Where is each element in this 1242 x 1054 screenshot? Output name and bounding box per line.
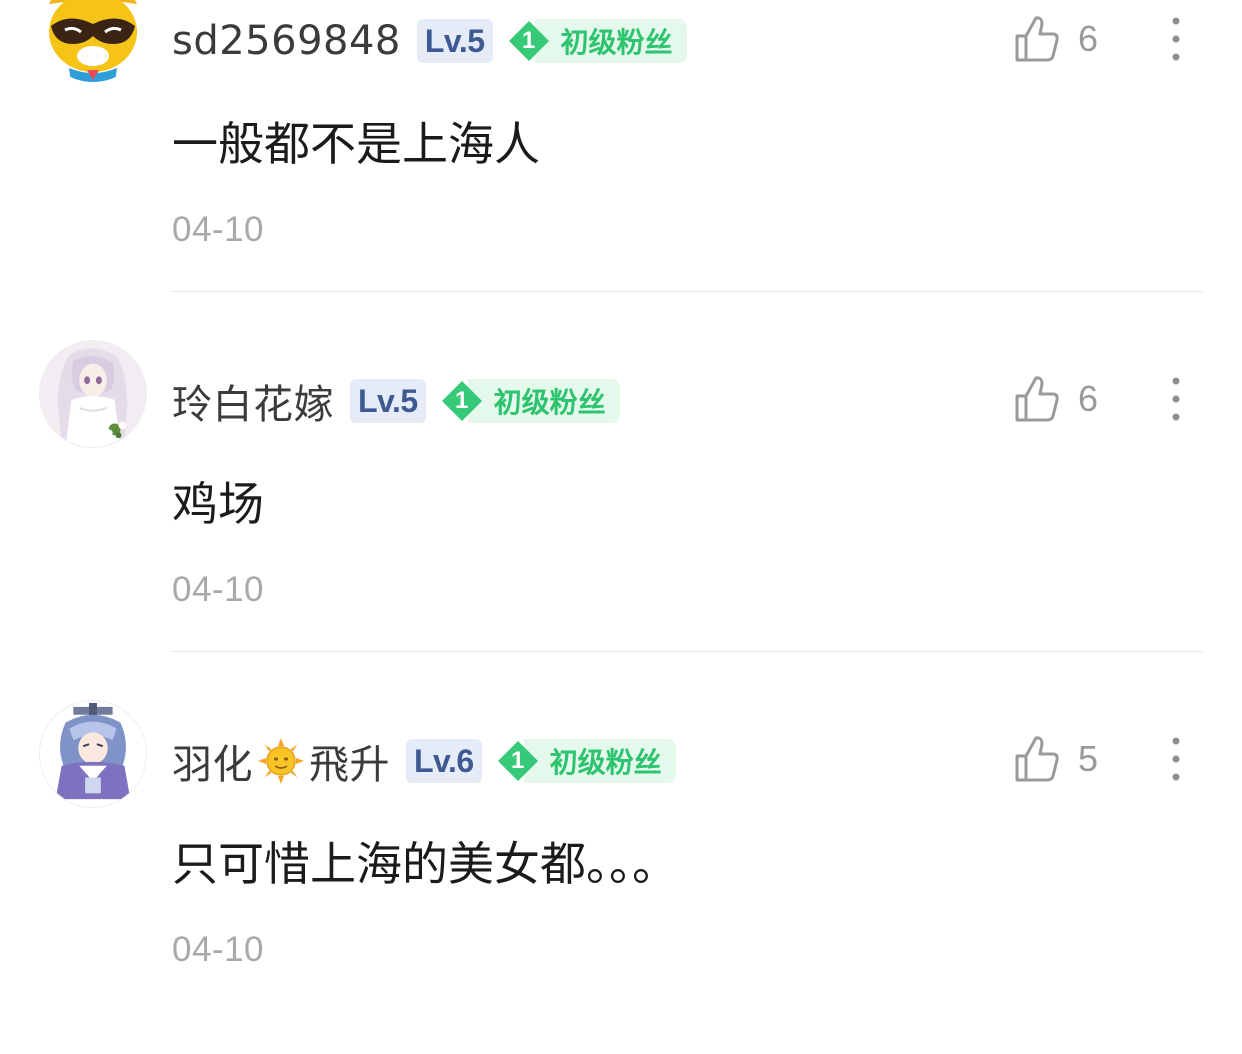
fan-badge[interactable]: 1 初级粉丝 [494,739,676,783]
more-vertical-icon [1172,377,1180,421]
comment-item: 玲白花嫁 Lv.5 1 初级粉丝 6 鸡场 04-10 [0,334,1242,694]
fan-level-number: 1 [454,387,469,414]
comment-date: 04-10 [172,570,265,609]
fan-label: 初级粉丝 [534,19,687,63]
user-avatar[interactable] [39,700,147,808]
like-button[interactable]: 5 [1014,734,1098,784]
comment-header: sd2569848 Lv.5 1 初级粉丝 [172,16,687,66]
fan-badge[interactable]: 1 初级粉丝 [505,19,687,63]
username-part: 羽化 [172,742,253,788]
like-count: 5 [1078,738,1099,779]
sun-emoji-icon [258,738,304,784]
thumbs-up-icon [1015,736,1059,782]
thumbs-up-icon [1015,16,1059,62]
thumbs-up-icon [1015,376,1059,422]
like-count: 6 [1078,378,1099,419]
diamond-icon: 1 [496,739,540,783]
raccoon-avatar-icon [39,0,147,82]
comment-header: 玲白花嫁 Lv.5 1 初级粉丝 [172,376,620,428]
like-button[interactable]: 6 [1014,374,1098,424]
bride-avatar-icon [40,341,146,447]
username[interactable]: 羽化 飛升 [172,732,390,790]
more-options-button[interactable] [1162,374,1190,424]
fan-level-number: 1 [521,27,536,54]
more-options-button[interactable] [1162,734,1190,784]
level-badge: Lv.6 [406,739,482,783]
fan-label: 初级粉丝 [523,739,676,783]
username-part: 飛升 [309,742,390,788]
user-avatar[interactable] [39,340,147,448]
comment-item: 羽化 飛升 Lv.6 1 初级粉丝 5 只可惜上海的美女都。。。 04-10 [0,694,1242,1054]
like-button[interactable]: 6 [1014,14,1098,64]
divider [172,651,1203,652]
like-count: 6 [1078,18,1099,59]
swordsman-avatar-icon [40,701,146,807]
level-badge: Lv.5 [416,19,493,63]
diamond-icon: 1 [440,379,484,423]
fan-label: 初级粉丝 [467,379,620,423]
username[interactable]: 玲白花嫁 [172,372,334,430]
fan-level-number: 1 [510,747,525,774]
more-vertical-icon [1172,737,1180,781]
comment-text: 一般都不是上海人 [172,117,540,171]
comment-header: 羽化 飛升 Lv.6 1 初级粉丝 [172,736,676,788]
comment-date: 04-10 [172,930,265,969]
diamond-icon: 1 [507,19,551,63]
comment-text: 只可惜上海的美女都。。。 [172,837,678,891]
user-avatar[interactable] [39,0,147,82]
comment-text: 鸡场 [172,477,264,531]
username[interactable]: sd2569848 [172,18,401,64]
more-vertical-icon [1172,17,1180,61]
comment-date: 04-10 [172,210,265,249]
level-badge: Lv.5 [350,379,426,423]
more-options-button[interactable] [1162,14,1190,64]
comment-item: sd2569848 Lv.5 1 初级粉丝 6 一般都不是上海人 04-10 [0,0,1242,334]
fan-badge[interactable]: 1 初级粉丝 [438,379,620,423]
divider [172,291,1203,292]
